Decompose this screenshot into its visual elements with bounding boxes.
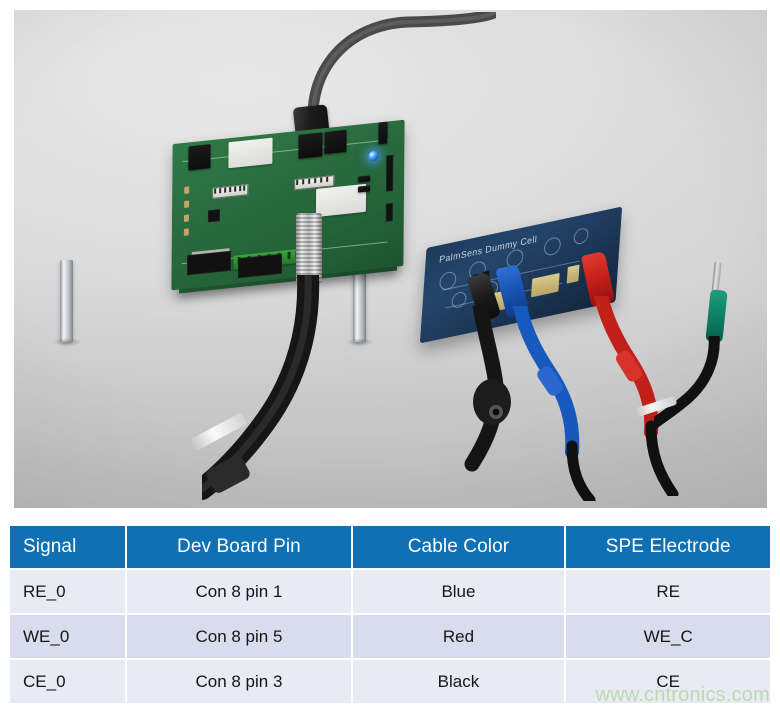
cell-cable-color: Red	[352, 615, 565, 658]
electrode-pad-2	[530, 272, 560, 298]
leg-shadow-right	[345, 338, 375, 346]
cell-cable-color: Black	[352, 660, 565, 703]
cell-signal: RE_0	[10, 570, 126, 613]
pin-header-edge-2	[385, 202, 393, 222]
cell-signal: CE_0	[10, 660, 126, 703]
cell-cable-color: Blue	[352, 570, 565, 613]
column-header-spe-electrode: SPE Electrode	[566, 526, 770, 568]
cell-dev-board-pin: Con 8 pin 3	[127, 660, 351, 703]
power-led	[368, 150, 379, 162]
main-sensor-cable	[202, 275, 320, 500]
board-connector-2	[298, 132, 323, 159]
column-header-dev-board-pin: Dev Board Pin	[127, 526, 351, 568]
green-lead-wire	[654, 336, 720, 430]
dip-switch-1	[212, 184, 249, 199]
standoff-leg-left	[60, 260, 73, 342]
leg-shadow-left	[52, 338, 82, 346]
lemo-connector	[296, 213, 322, 283]
cell-dev-board-pin: Con 8 pin 5	[127, 615, 351, 658]
pin-header-left	[207, 209, 221, 223]
table-row: RE_0 Con 8 pin 1 Blue RE	[10, 570, 770, 613]
cell-spe-electrode: RE	[566, 570, 770, 613]
board-connector-1	[188, 144, 211, 171]
board-connector-4	[378, 121, 388, 145]
pin-header-edge	[386, 154, 394, 192]
electrode-pad-3	[566, 264, 580, 284]
pin-mapping-table-wrapper: Signal Dev Board Pin Cable Color SPE Ele…	[8, 524, 772, 706]
table-row: WE_0 Con 8 pin 5 Red WE_C	[10, 615, 770, 658]
cell-signal: WE_0	[10, 615, 126, 658]
hardware-setup-photo: PalmSens Dummy Cell	[14, 10, 767, 508]
column-header-signal: Signal	[10, 526, 126, 568]
site-watermark: www.cntronics.com	[595, 684, 770, 706]
column-header-cable-color: Cable Color	[352, 526, 565, 568]
pin-mapping-table: Signal Dev Board Pin Cable Color SPE Ele…	[8, 524, 772, 705]
board-connector-3	[324, 129, 347, 155]
cell-dev-board-pin: Con 8 pin 1	[127, 570, 351, 613]
rf-module	[228, 137, 273, 169]
page-root: PalmSens Dummy Cell Signal Dev Board Pin…	[0, 0, 780, 709]
cell-spe-electrode: WE_C	[566, 615, 770, 658]
table-header-row: Signal Dev Board Pin Cable Color SPE Ele…	[10, 526, 770, 568]
